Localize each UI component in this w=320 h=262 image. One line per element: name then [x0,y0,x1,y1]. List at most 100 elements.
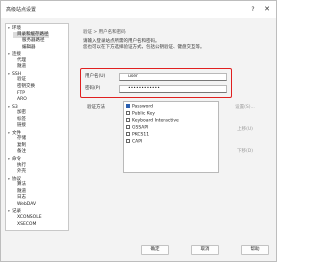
title-bar: 高级站点设置 ? ✕ [1,1,276,18]
method-settings-button[interactable]: 设置(S)... [227,103,263,112]
tree-item-label: 存储 [17,136,26,142]
tree-item[interactable]: 存储 [13,136,26,142]
tree-item[interactable]: FTP [13,91,25,97]
auth-method-item[interactable]: PKCS11 [126,132,149,138]
tree-item[interactable]: 日志 [13,195,26,201]
password-label: 密码(P) [85,86,101,91]
tree-item[interactable]: ▾ S3 [8,104,18,110]
tree-item[interactable]: ▾ SSH [8,71,21,77]
tree-item-label: S3 [12,104,18,110]
tree-item[interactable]: 复制 [13,143,26,149]
tree-item[interactable]: 算法 [13,182,26,188]
tree-item-label: 标签 [17,116,26,122]
auth-method-label: Public Key [132,111,155,117]
auth-method-label: Keyboard Interactive [132,118,179,124]
password-input[interactable]: •••••••••••• [119,85,227,93]
tree-item-label: 链接 [17,123,26,129]
tree-item-label: 目录和缓存路径 [17,31,49,37]
tree-item-label: 复制 [17,142,26,148]
tree-item-label: 连接 [12,52,21,58]
auth-methods-label: 验证方法 [87,105,105,110]
tree-item[interactable]: ▾ 记录 [8,208,21,214]
auth-methods-list[interactable]: Password Public Key Keyboard Interactive GS… [123,101,219,173]
tree-item[interactable]: 目录和缓存路径 [13,31,49,38]
settings-panel: 验证 > 用户名和密码 请输入登录站点所需的用户名和密码。 您也可以在下方选择验… [73,23,271,231]
tree-item[interactable]: ▾ 命令 [8,156,21,162]
auth-method-label: GSSAPI [132,125,149,131]
move-down-button[interactable]: 下移(D) [227,147,263,156]
close-icon[interactable]: ✕ [262,5,272,14]
auth-method-item[interactable]: CAPI [126,139,142,145]
auth-method-item[interactable]: Password [126,104,153,110]
tree-item-label: ARO [17,97,27,103]
tree-item[interactable]: 代理 [13,58,26,64]
auth-method-label: CAPI [132,139,143,145]
tree-item[interactable]: 隧道 [13,189,26,195]
auth-method-item[interactable]: Keyboard Interactive [126,118,179,124]
auth-method-label: Password [132,104,154,110]
tree-item[interactable]: ▾ 协议 [8,176,21,182]
tree-item-label: 加密 [17,110,26,116]
tree-item-label: WebDAV [17,201,37,207]
description-line: 您也可以在下方选择验证方式，包括公钥验证、键盘交互等。 [83,45,205,50]
checkbox[interactable] [126,111,130,115]
username-row: 用户名(U) user [81,73,231,81]
tree-item[interactable]: XCONSOLE [13,215,42,221]
tree-item-label: 算法 [17,182,26,188]
tree-item-label: 记录 [12,209,21,215]
auth-method-item[interactable]: Public Key [126,111,155,117]
tree-item-label: 编辑器 [22,44,36,50]
tree-item[interactable]: 编辑器 [18,45,36,51]
tree-item-label: 隧道 [17,188,26,194]
tree-item[interactable]: ARO [13,97,27,103]
cancel-button[interactable]: 取消 [191,245,219,255]
tree-item[interactable]: 备注 [13,149,26,155]
tree-item[interactable]: XSECOM [13,222,36,228]
tree-item[interactable]: 隧道 [13,64,26,70]
tree-item-label: 服务器路径 [22,38,45,44]
tree-item-label: XCONSOLE [17,214,42,220]
tree-item[interactable]: 密钥交换 [13,84,35,90]
tree-item[interactable]: ▾ 文件 [8,130,21,136]
checkbox[interactable] [126,139,130,143]
tree-item[interactable]: 链接 [13,123,26,129]
auth-method-label: PKCS11 [132,132,150,138]
tree-item[interactable]: 验证 [13,77,26,83]
help-button[interactable]: 帮助 [241,245,269,255]
checkbox[interactable] [126,104,130,108]
window-title: 高级站点设置 [6,7,37,13]
tree-item[interactable]: 执行 [13,163,26,169]
credentials-highlight: 用户名(U) user 密码(P) •••••••••••• [80,68,232,98]
tree-item-label: XSECOM [17,221,37,227]
section-breadcrumb: 验证 > 用户名和密码 [83,30,126,35]
tree-item[interactable]: 外壳 [13,169,26,175]
checkbox[interactable] [126,125,130,129]
tree-item[interactable]: 标签 [13,117,26,123]
ok-button[interactable]: 确定 [141,245,169,255]
tree-item[interactable]: WebDAV [13,202,36,208]
help-icon[interactable]: ? [248,5,258,14]
auth-method-item[interactable]: GSSAPI [126,125,148,131]
tree-item-label: 外壳 [17,169,26,175]
tree-item-label: 执行 [17,162,26,168]
tree-item-label: 环境 [12,26,21,31]
tree-item-label: 日志 [17,195,26,201]
username-label: 用户名(U) [85,74,106,79]
checkbox[interactable] [126,118,130,122]
tree-item-label: 协议 [12,176,21,182]
tree-item[interactable]: ▾ 连接 [8,51,21,57]
tree-item[interactable]: 服务器路径 [18,38,45,44]
tree-item-label: 代理 [17,57,26,63]
checkbox[interactable] [126,132,130,136]
username-input[interactable]: user [119,73,227,81]
tree-item[interactable]: 加密 [13,110,26,116]
category-tree[interactable]: ▾ 环境 目录和缓存路径 服务器路径 编辑器 ▾ 连接 代理 隧道 ▾ SSH 验证 密钥交换 FTP AR… [5,23,69,231]
move-up-button[interactable]: 上移(U) [227,125,263,134]
section-description: 请输入登录站点所需的用户名和密码。 您也可以在下方选择验证方式，包括公钥验证、键… [83,39,205,51]
tree-item[interactable]: ▾ 环境 [8,25,21,31]
tree-item-label: 备注 [17,149,26,155]
tree-item-label: FTP [17,90,25,96]
site-settings-dialog: 高级站点设置 ? ✕ ▾ 环境 目录和缓存路径 服务器路径 编辑器 ▾ 连接 代理 隧道 ▾ SSH… [0,0,277,262]
tree-item-label: 密钥交换 [17,83,35,89]
tree-item-label: 验证 [17,77,26,83]
